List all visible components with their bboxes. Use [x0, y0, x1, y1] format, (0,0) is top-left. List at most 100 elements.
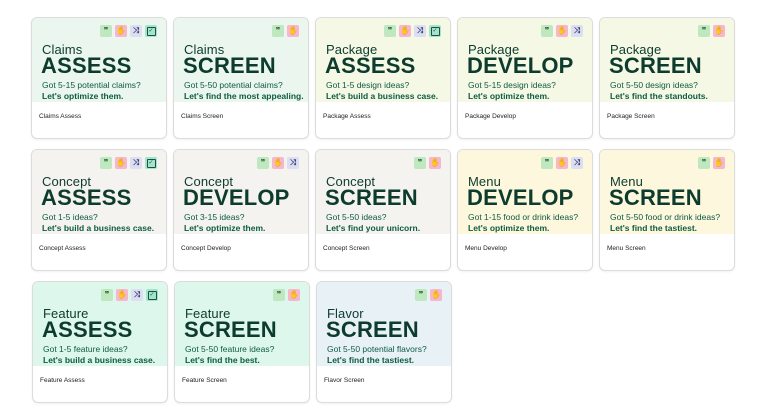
hand-icon: ✋ [287, 25, 299, 37]
card-icons: ❞ ✋ [698, 157, 725, 169]
card-name: Flavor Screen [324, 377, 365, 384]
card-icons: ❞ ✋ ⤨ [541, 157, 583, 169]
card-description: Got 5-15 design ideas? [468, 80, 556, 90]
card-title: DEVELOP [467, 53, 574, 78]
shuffle-icon: ⤨ [414, 25, 426, 37]
card-icons: ❞ ✋ [272, 25, 299, 37]
quote-icon: ❞ [698, 25, 710, 37]
card-header: ❞ ✋ ⤨ Concept DEVELOP Got 3-15 ideas? Le… [174, 150, 308, 234]
card-tagline: Let's build a business case. [326, 91, 439, 101]
hand-icon: ✋ [116, 289, 128, 301]
card-menu-develop[interactable]: ❞ ✋ ⤨ Menu DEVELOP Got 1-15 food or drin… [457, 149, 593, 271]
quote-icon: ❞ [257, 157, 269, 169]
quote-icon: ❞ [100, 157, 112, 169]
card-feature-assess[interactable]: ❞ ✋ ⤨ ✓ Feature ASSESS Got 1-5 feature i… [32, 281, 168, 403]
card-description: Got 5-50 design ideas? [610, 80, 698, 90]
card-header: ❞ ✋ Feature SCREEN Got 5-50 feature idea… [175, 282, 309, 366]
card-icons: ❞ ✋ ⤨ ✓ [384, 25, 441, 37]
card-tagline: Let's optimize them. [468, 223, 550, 233]
card-title: SCREEN [609, 185, 702, 210]
card-tagline: Let's find the best. [185, 355, 260, 365]
hand-icon: ✋ [556, 157, 568, 169]
card-icons: ❞ ✋ ⤨ ✓ [100, 25, 157, 37]
quote-icon: ❞ [272, 25, 284, 37]
card-name: Menu Develop [465, 245, 507, 252]
card-header: ❞ ✋ Concept SCREEN Got 5-50 ideas? Let's… [316, 150, 450, 234]
card-icons: ❞ ✋ ⤨ ✓ [100, 157, 157, 169]
card-name: Claims Screen [181, 113, 224, 120]
card-title: ASSESS [41, 185, 132, 210]
card-feature-screen[interactable]: ❞ ✋ Feature SCREEN Got 5-50 feature idea… [174, 281, 310, 403]
card-description: Got 5-50 ideas? [326, 212, 387, 222]
card-description: Got 5-50 feature ideas? [185, 344, 275, 354]
card-header: ❞ ✋ ⤨ ✓ Package ASSESS Got 1-5 design id… [316, 18, 450, 102]
card-claims-screen[interactable]: ❞ ✋ Claims SCREEN Got 5-50 potential cla… [173, 17, 309, 139]
card-title: SCREEN [325, 185, 418, 210]
card-title: SCREEN [183, 53, 276, 78]
quote-icon: ❞ [415, 289, 427, 301]
card-icons: ❞ ✋ [273, 289, 300, 301]
product-card-grid: ❞ ✋ ⤨ ✓ Claims ASSESS Got 5-15 potential… [0, 0, 768, 418]
card-description: Got 1-5 ideas? [42, 212, 98, 222]
quote-icon: ❞ [541, 25, 553, 37]
quote-icon: ❞ [541, 157, 553, 169]
card-concept-screen[interactable]: ❞ ✋ Concept SCREEN Got 5-50 ideas? Let's… [315, 149, 451, 271]
card-package-develop[interactable]: ❞ ✋ ⤨ Package DEVELOP Got 5-15 design id… [457, 17, 593, 139]
card-icons: ❞ ✋ ⤨ [541, 25, 583, 37]
card-tagline: Let's find the tastiest. [327, 355, 415, 365]
hand-icon: ✋ [713, 25, 725, 37]
card-menu-screen[interactable]: ❞ ✋ Menu SCREEN Got 5-50 food or drink i… [599, 149, 735, 271]
card-name: Feature Assess [40, 377, 85, 384]
hand-icon: ✋ [399, 25, 411, 37]
card-package-assess[interactable]: ❞ ✋ ⤨ ✓ Package ASSESS Got 1-5 design id… [315, 17, 451, 139]
card-title: ASSESS [325, 53, 416, 78]
hand-icon: ✋ [556, 25, 568, 37]
card-tagline: Let's build a business case. [42, 223, 155, 233]
card-name: Concept Develop [181, 245, 231, 252]
card-tagline: Let's optimize them. [42, 91, 124, 101]
card-title: SCREEN [609, 53, 702, 78]
quote-icon: ❞ [101, 289, 113, 301]
hand-icon: ✋ [272, 157, 284, 169]
hand-icon: ✋ [288, 289, 300, 301]
card-header: ❞ ✋ Claims SCREEN Got 5-50 potential cla… [174, 18, 308, 102]
shuffle-icon: ⤨ [571, 25, 583, 37]
check-icon: ✓ [145, 157, 157, 169]
card-title: SCREEN [184, 317, 277, 342]
check-icon: ✓ [145, 25, 157, 37]
quote-icon: ❞ [414, 157, 426, 169]
quote-icon: ❞ [100, 25, 112, 37]
card-tagline: Let's find the most appealing. [184, 91, 304, 101]
shuffle-icon: ⤨ [130, 25, 142, 37]
card-header: ❞ ✋ ⤨ Menu DEVELOP Got 1-15 food or drin… [458, 150, 592, 234]
card-icons: ❞ ✋ [415, 289, 442, 301]
card-description: Got 1-5 design ideas? [326, 80, 410, 90]
card-concept-develop[interactable]: ❞ ✋ ⤨ Concept DEVELOP Got 3-15 ideas? Le… [173, 149, 309, 271]
shuffle-icon: ⤨ [287, 157, 299, 169]
card-package-screen[interactable]: ❞ ✋ Package SCREEN Got 5-50 design ideas… [599, 17, 735, 139]
card-flavor-screen[interactable]: ❞ ✋ Flavor SCREEN Got 5-50 potential fla… [316, 281, 452, 403]
card-tagline: Let's build a business case. [43, 355, 156, 365]
card-concept-assess[interactable]: ❞ ✋ ⤨ ✓ Concept ASSESS Got 1-5 ideas? Le… [31, 149, 167, 271]
card-header: ❞ ✋ ⤨ ✓ Feature ASSESS Got 1-5 feature i… [33, 282, 167, 366]
card-header: ❞ ✋ ⤨ ✓ Concept ASSESS Got 1-5 ideas? Le… [32, 150, 166, 234]
card-tagline: Let's find the standouts. [610, 91, 708, 101]
shuffle-icon: ⤨ [131, 289, 143, 301]
card-description: Got 5-50 food or drink ideas? [610, 212, 721, 222]
card-name: Concept Screen [323, 245, 370, 252]
card-tagline: Let's optimize them. [184, 223, 266, 233]
hand-icon: ✋ [430, 289, 442, 301]
quote-icon: ❞ [384, 25, 396, 37]
quote-icon: ❞ [698, 157, 710, 169]
shuffle-icon: ⤨ [130, 157, 142, 169]
hand-icon: ✋ [115, 25, 127, 37]
card-description: Got 1-15 food or drink ideas? [468, 212, 579, 222]
card-title: DEVELOP [183, 185, 290, 210]
check-icon: ✓ [146, 289, 158, 301]
card-claims-assess[interactable]: ❞ ✋ ⤨ ✓ Claims ASSESS Got 5-15 potential… [31, 17, 167, 139]
card-name: Feature Screen [182, 377, 227, 384]
card-header: ❞ ✋ Package SCREEN Got 5-50 design ideas… [600, 18, 734, 102]
card-icons: ❞ ✋ ⤨ [257, 157, 299, 169]
card-name: Claims Assess [39, 113, 82, 120]
card-icons: ❞ ✋ [414, 157, 441, 169]
